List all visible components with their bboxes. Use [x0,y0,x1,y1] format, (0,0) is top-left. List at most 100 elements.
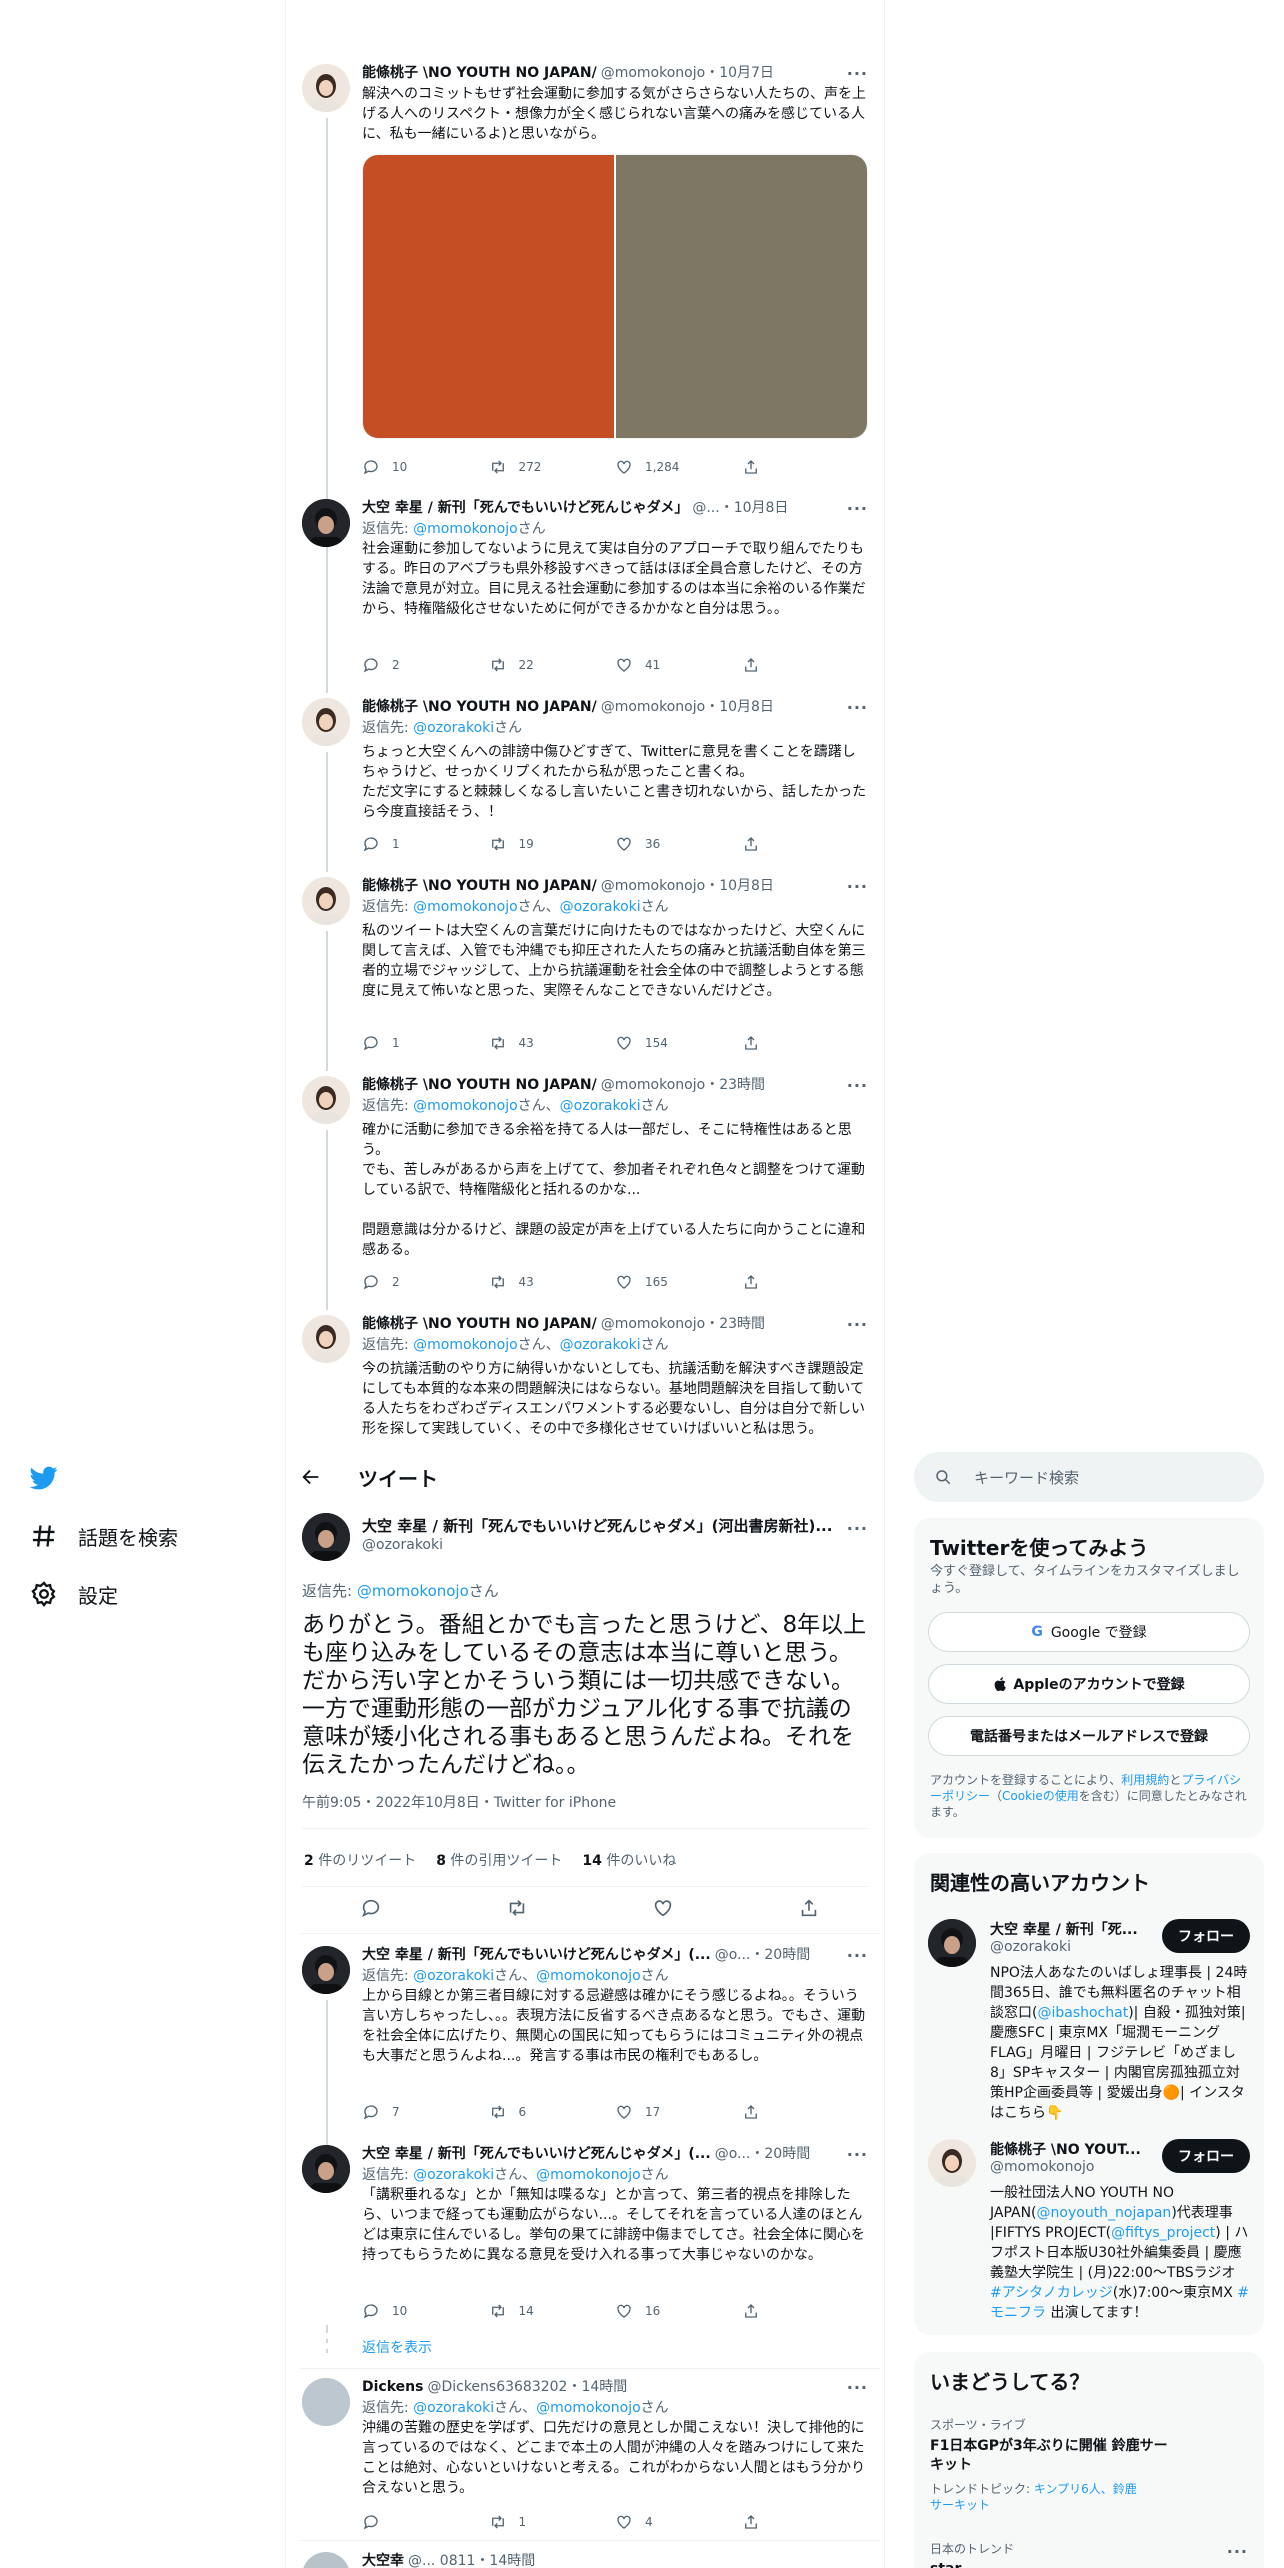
avatar[interactable] [302,1315,350,1363]
author-handle[interactable]: @... [692,499,719,517]
ancestor-tweet[interactable]: 能條桃子 \NO YOUTH NO JAPAN/@momokonojo ・23時間… [300,1315,880,1457]
media-image-right[interactable] [616,155,867,438]
reply-mention[interactable]: @ozorakoki [560,1098,641,1114]
follow-button[interactable]: フォロー [1162,1919,1250,1953]
author-name[interactable]: 大空幸 [362,2552,404,2568]
reply-icon[interactable] [360,1897,382,1919]
reply-mention[interactable]: @momokonojo [413,521,517,537]
author-name[interactable]: 大空 幸星 / 新刊「死んでもいいけど死んじゃダメ」(... [362,2145,711,2163]
bio-mention[interactable]: @fiftys_project [1111,2225,1215,2241]
author-handle[interactable]: @Dickens63683202 [427,2378,567,2396]
account-handle[interactable]: @momokonojo [990,2159,1094,2175]
author-name[interactable]: 能條桃子 \NO YOUTH NO JAPAN/ [362,64,597,82]
share-button[interactable] [742,1273,869,1291]
reply-mention[interactable]: @momokonojo [536,1968,640,1984]
reply-button[interactable]: 10 [362,458,489,476]
more-options-icon[interactable]: ··· [847,64,868,83]
author-handle[interactable]: @o... [715,1946,751,1964]
retweet-button[interactable]: 43 [489,1273,616,1291]
reply-mention[interactable]: @ozorakoki [560,899,641,915]
share-button[interactable] [742,656,869,674]
nav-explore[interactable]: 話題を検索 [30,1516,178,1556]
timestamp[interactable]: ・10月7日 [705,64,774,82]
share-button[interactable] [742,2513,869,2531]
reply-mention[interactable]: @momokonojo [536,2167,640,2183]
avatar[interactable] [302,2378,350,2426]
share-button[interactable] [742,2302,869,2320]
avatar[interactable] [302,698,350,746]
heart-icon[interactable] [652,1897,674,1919]
avatar[interactable] [302,1513,350,1561]
author-handle[interactable]: @ozorakoki [362,1535,840,1555]
reply-button[interactable]: 10 [362,2302,489,2320]
reply-tweet[interactable]: 大空 幸星 / 新刊「死んでもいいけど死んじゃダメ」(... @o... ・20時間… [300,2145,880,2360]
ancestor-tweet[interactable]: 能條桃子 \NO YOUTH NO JAPAN/@momokonojo ・10月7… [300,64,880,558]
author-handle[interactable]: @momokonojo [601,698,705,716]
reply-mention[interactable]: @momokonojo [413,899,517,915]
reply-tweet[interactable]: Dickens @Dickens63683202 ・14時間 ··· 返信先: @o… [300,2378,880,2531]
share-button[interactable] [742,458,869,476]
author-handle[interactable]: @momokonojo [601,1076,705,1094]
timestamp[interactable]: ・20時間 [750,1946,810,1964]
timestamp[interactable]: ・14時間 [475,2552,535,2568]
reply-mention[interactable]: @ozorakoki [413,1968,494,1984]
media-image-left[interactable] [363,155,614,438]
author-name[interactable]: 能條桃子 \NO YOUTH NO JAPAN/ [362,698,597,716]
reply-tweet[interactable]: 大空幸 @... 0811 ・14時間 [300,2552,880,2568]
timestamp[interactable]: ・14時間 [567,2378,627,2396]
more-options-icon[interactable]: ··· [847,698,868,717]
author-name[interactable]: 能條桃子 \NO YOUTH NO JAPAN/ [362,1315,597,1333]
more-options-icon[interactable]: ··· [847,499,868,518]
tweet-meta[interactable]: 午前9:05・2022年10月8日・Twitter for iPhone [302,1792,616,1812]
like-button[interactable]: 154 [615,1034,742,1052]
reply-mention[interactable]: @momokonojo [357,1582,469,1600]
nav-settings[interactable]: 設定 [30,1574,178,1614]
reply-mention[interactable]: @momokonojo [413,1098,517,1114]
like-button[interactable]: 16 [615,2302,742,2320]
bio-mention[interactable]: @noyouth_nojapan [1037,2205,1172,2221]
avatar[interactable] [928,2139,976,2187]
avatar[interactable] [928,1919,976,1967]
nav-home-logo[interactable] [30,1458,178,1498]
author-handle[interactable]: @momokonojo [601,1315,705,1333]
more-options-icon[interactable]: ··· [847,1946,868,1965]
author-name[interactable]: 大空 幸星 / 新刊「死んでもいいけど死んじゃダメ」(河出書房新社)... [362,1517,832,1535]
timestamp[interactable]: ・10月8日 [720,499,789,517]
cookie-link[interactable]: Cookieの使用 [1002,1789,1079,1803]
bio-hashtag[interactable]: #アシタノカレッジ [990,2285,1113,2301]
share-button[interactable] [742,835,869,853]
timestamp[interactable]: ・23時間 [705,1076,765,1094]
reply-mention[interactable]: @ozorakoki [413,720,494,736]
reply-mention[interactable]: @momokonojo [413,1337,517,1353]
reply-mention[interactable]: @ozorakoki [560,1337,641,1353]
like-button[interactable]: 41 [615,656,742,674]
avatar[interactable] [302,877,350,925]
retweet-button[interactable]: 1 [489,2513,616,2531]
tweet-media[interactable] [362,154,868,439]
avatar[interactable] [302,2145,350,2193]
follow-button[interactable]: フォロー [1162,2139,1250,2173]
avatar[interactable] [302,1076,350,1124]
more-options-icon[interactable]: ··· [847,2145,868,2164]
ancestor-tweet[interactable]: 能條桃子 \NO YOUTH NO JAPAN/@momokonojo ・10月8… [300,698,880,872]
more-options-icon[interactable]: ··· [847,1519,868,1538]
show-replies-link[interactable]: 返信を表示 [362,2337,432,2357]
arrow-left-icon[interactable] [300,1466,322,1488]
like-button[interactable]: 17 [615,2103,742,2121]
like-button[interactable]: 1,284 [615,458,742,476]
retweet-button[interactable]: 272 [489,458,616,476]
google-signup-button[interactable]: G Google で登録 [928,1612,1250,1652]
avatar[interactable] [302,2552,350,2568]
retweets-stat[interactable]: 2 件のリツイート [304,1850,416,1870]
reply-button[interactable]: 7 [362,2103,489,2121]
quotes-stat[interactable]: 8 件の引用ツイート [436,1850,562,1870]
more-options-icon[interactable]: ··· [1227,2542,1248,2561]
author-name[interactable]: 大空 幸星 / 新刊「死んでもいいけど死んじゃダメ」 [362,499,688,517]
related-account[interactable]: 大空 幸星 / 新刊「死... @ozorakoki フォロー NPO法人あなた… [914,1909,1264,2129]
timestamp[interactable]: ・20時間 [750,2145,810,2163]
phone-signup-button[interactable]: 電話番号またはメールアドレスで登録 [928,1716,1250,1756]
account-handle[interactable]: @ozorakoki [990,1939,1071,1955]
author-name[interactable]: 能條桃子 \NO YOUTH NO JAPAN/ [362,1076,597,1094]
author-handle[interactable]: @momokonojo [601,64,705,82]
reply-button[interactable]: 1 [362,835,489,853]
